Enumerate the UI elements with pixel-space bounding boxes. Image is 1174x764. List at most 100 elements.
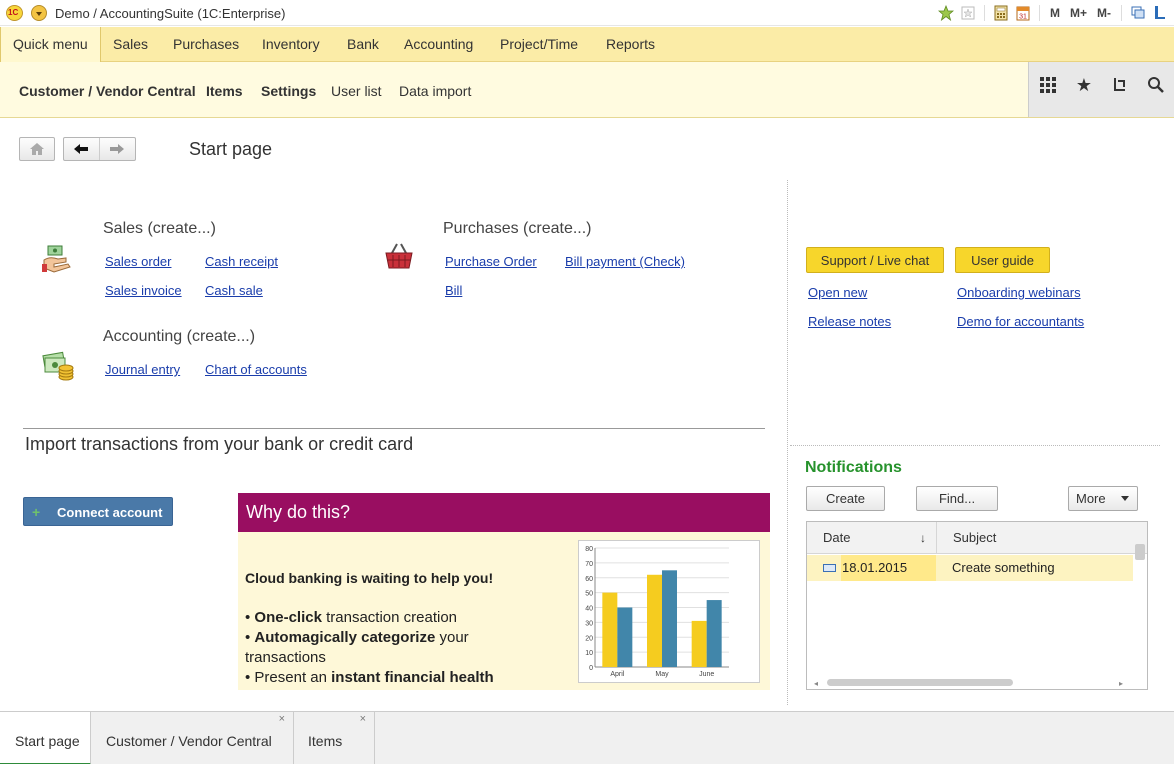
svg-text:31: 31 [1019,14,1027,21]
memory-m-button[interactable]: M [1048,6,1062,20]
section-reports[interactable]: Reports [606,27,655,62]
home-icon [30,143,44,155]
windows-icon[interactable] [1130,5,1146,21]
main-menu-dropdown-icon[interactable] [31,5,47,21]
all-functions-grid-icon[interactable] [1035,72,1061,98]
benefit-categorize-bold: Automagically categorize [254,629,436,646]
why-do-this-header: Why do this? [238,493,770,532]
back-forward-buttons [63,137,136,161]
tab-customer-vendor-central[interactable]: Customer / Vendor Central × [91,712,294,764]
function-data-import[interactable]: Data import [399,83,471,99]
notification-icon [823,564,836,572]
chart-bar [602,592,618,667]
tab-items-label: Items [308,733,343,749]
shopping-basket-icon [382,240,416,274]
sort-descending-icon: ↓ [920,531,926,545]
section-purchases[interactable]: Purchases [173,27,239,62]
memory-add-button[interactable]: M+ [1068,6,1089,20]
back-button[interactable] [64,138,100,160]
horizontal-scrollbar-thumb[interactable] [827,679,1013,686]
section-divider [23,428,765,429]
chart-x-tick-label: May [655,671,669,678]
function-user-list[interactable]: User list [331,83,382,99]
chart-bar [662,570,677,667]
function-settings[interactable]: Settings [261,83,316,99]
app-logo-icon: 1C [6,5,23,21]
cash-sale-link[interactable]: Cash sale [205,283,263,298]
favorite-add-icon[interactable] [937,5,954,21]
history-icon[interactable] [1107,72,1133,98]
function-customer-vendor-central[interactable]: Customer / Vendor Central [19,83,196,99]
bill-payment-check-link[interactable]: Bill payment (Check) [565,254,685,269]
demo-for-accountants-link[interactable]: Demo for accountants [957,314,1084,329]
chart-y-tick-label: 60 [585,576,593,583]
chart-y-tick-label: 30 [585,620,593,627]
connect-account-button[interactable]: + Connect account [23,497,173,526]
close-icon[interactable]: × [360,690,366,748]
chart-y-tick-label: 20 [585,635,593,642]
open-new-link[interactable]: Open new [808,285,867,300]
function-tools: ★ [1028,62,1174,117]
onboarding-webinars-link[interactable]: Onboarding webinars [957,285,1081,300]
chart-y-tick-label: 40 [585,606,593,613]
support-live-chat-button[interactable]: Support / Live chat [806,247,944,273]
function-items[interactable]: Items [206,83,243,99]
info-icon[interactable] [1152,5,1168,21]
scroll-right-icon[interactable]: ▸ [1119,679,1123,688]
more-actions-button[interactable]: More [1068,486,1138,511]
journal-entry-link[interactable]: Journal entry [105,362,180,377]
section-quick-menu[interactable]: Quick menu [0,27,101,62]
section-accounting[interactable]: Accounting [404,27,473,62]
sales-order-link[interactable]: Sales order [105,254,171,269]
sections-panel: Quick menu Sales Purchases Inventory Ban… [0,27,1174,62]
more-actions-label: More [1076,491,1106,506]
find-notification-button[interactable]: Find... [916,486,998,511]
section-bank[interactable]: Bank [347,27,379,62]
memory-subtract-button[interactable]: M- [1095,6,1113,20]
user-guide-button[interactable]: User guide [955,247,1050,273]
accounting-group-title: Accounting (create...) [103,328,256,345]
vertical-scrollbar-thumb[interactable] [1135,544,1145,560]
cash-receipt-link[interactable]: Cash receipt [205,254,278,269]
sales-invoice-link[interactable]: Sales invoice [105,283,182,298]
bar-chart: 0 10 20 30 40 50 60 70 80 April May June [585,546,729,678]
home-button[interactable] [19,137,55,161]
section-project-time[interactable]: Project/Time [500,27,578,62]
chart-bar [617,607,633,667]
chart-of-accounts-link[interactable]: Chart of accounts [205,362,307,377]
calculator-icon[interactable] [993,5,1009,21]
scroll-left-icon[interactable]: ◂ [814,679,818,688]
close-icon[interactable]: × [279,690,285,748]
calendar-icon[interactable]: 31 [1015,5,1031,21]
release-notes-link[interactable]: Release notes [808,314,891,329]
favorites-icon[interactable] [960,5,976,21]
benefit-one-click: • One-click transaction creation [245,609,458,626]
benefit-financial-health: • Present an instant financial health [245,669,494,686]
page-title: Start page [189,139,273,159]
forward-button[interactable] [100,138,136,160]
column-header-date[interactable]: Date ↓ [807,522,937,554]
purchase-order-link[interactable]: Purchase Order [445,254,537,269]
section-sales[interactable]: Sales [113,27,148,62]
open-windows-bar: Start page Customer / Vendor Central × I… [0,711,1174,764]
search-icon[interactable] [1143,72,1169,98]
bill-link[interactable]: Bill [445,283,462,298]
separator [1038,5,1040,21]
favorites-star-icon[interactable]: ★ [1071,72,1097,98]
window-title: Demo / AccountingSuite (1C:Enterprise) [55,6,286,21]
table-row[interactable]: 18.01.2015 Create something [807,555,1133,581]
chart-y-tick-label: 80 [585,546,593,553]
connect-account-label: Connect account [57,505,163,520]
cloud-banking-headline: Cloud banking is waiting to help you! [245,570,494,586]
tab-items[interactable]: Items × [294,712,375,764]
create-notification-button[interactable]: Create [806,486,885,511]
benefits-chart: 0 10 20 30 40 50 60 70 80 April May June [578,540,760,683]
benefit-financial-health-bold: instant financial health [331,669,494,686]
section-inventory[interactable]: Inventory [262,27,320,62]
column-header-subject[interactable]: Subject [937,522,1147,554]
notifications-title: Notifications [805,459,902,476]
tab-start-page[interactable]: Start page [0,712,91,764]
notifications-divider [790,445,1160,446]
chart-y-tick-label: 10 [585,650,593,657]
import-section-title: Import transactions from your bank or cr… [25,434,414,454]
